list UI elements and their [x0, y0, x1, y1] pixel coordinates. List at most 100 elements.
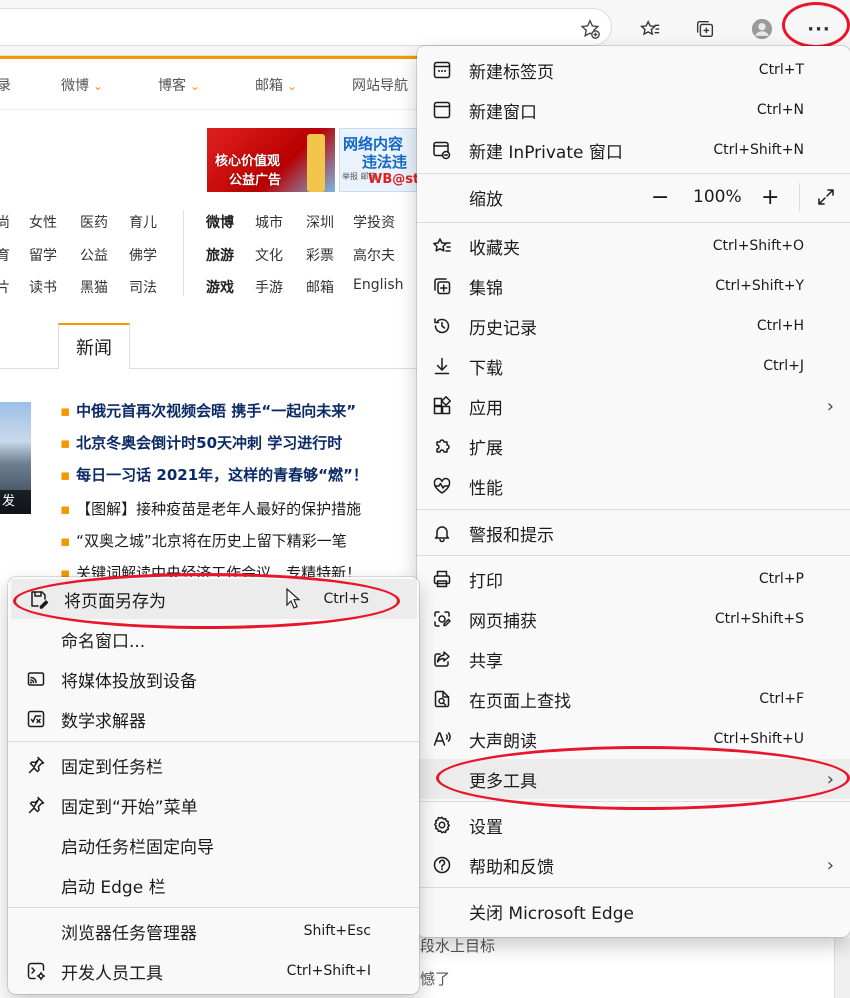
news-headline[interactable]: ▪ 中俄元首再次视频会晤 携手“一起向未来”	[60, 400, 356, 421]
menu-item-share[interactable]: 共享	[417, 639, 850, 679]
menu-separator	[8, 907, 419, 908]
menu-item-pin-taskbar[interactable]: 固定到任务栏	[8, 745, 419, 785]
browser-window: ··· 录微博 ⌄ 博客 ⌄ 邮箱 ⌄ 网站导航 核心价值观 公益广告 网络内容 违法违 举…	[0, 0, 850, 998]
menu-item-print[interactable]: 打印 Ctrl+P	[417, 559, 850, 599]
category-link[interactable]: 片	[0, 277, 10, 297]
menu-item-web-capture[interactable]: 网页捕获 Ctrl+Shift+S	[417, 599, 850, 639]
find-icon	[431, 688, 453, 710]
menu-item-name-window[interactable]: 命名窗口...	[8, 619, 419, 659]
menu-item-shortcut: Ctrl+F	[759, 691, 804, 707]
category-link[interactable]: 彩票	[306, 245, 334, 265]
menu-item-new-window[interactable]: 新建窗口 Ctrl+N	[417, 90, 850, 130]
nav-item[interactable]: 微博 ⌄	[61, 75, 103, 95]
menu-item-shortcut: Shift+Esc	[303, 923, 371, 939]
category-link[interactable]: 深圳	[306, 212, 334, 232]
menu-item-performance[interactable]: 性能	[417, 466, 850, 506]
menu-item-edge-bar[interactable]: 启动 Edge 栏	[8, 865, 419, 905]
menu-item-label: 历史记录	[469, 318, 537, 339]
news-headline[interactable]: ▪ “双奥之城”北京将在历史上留下精彩一笔	[60, 530, 347, 551]
menu-item-taskbar-wizard[interactable]: 启动任务栏固定向导	[8, 825, 419, 865]
category-link[interactable]: 尚	[0, 212, 10, 232]
menu-separator	[417, 222, 850, 223]
fullscreen-icon[interactable]	[815, 186, 837, 208]
category-link[interactable]: 女性	[29, 212, 57, 232]
category-link[interactable]: 邮箱	[306, 277, 334, 297]
menu-item-read-aloud[interactable]: 大声朗读 Ctrl+Shift+U	[417, 719, 850, 759]
category-link[interactable]: 城市	[255, 212, 283, 232]
address-bar[interactable]	[0, 8, 612, 46]
chevron-down-icon: ⌄	[287, 79, 298, 93]
menu-item-downloads[interactable]: 下载 Ctrl+J	[417, 346, 850, 386]
menu-item-extensions[interactable]: 扩展	[417, 426, 850, 466]
category-link[interactable]: 医药	[80, 212, 108, 232]
tab-news[interactable]: 新闻	[58, 323, 130, 369]
banner-line: 公益广告	[229, 173, 282, 188]
menu-item-cast[interactable]: 将媒体投放到设备	[8, 659, 419, 699]
nav-item-label: 微博	[61, 78, 89, 94]
profile-avatar-icon[interactable]	[744, 11, 780, 47]
category-link[interactable]: 黑猫	[80, 277, 108, 297]
menu-item-dev-tools[interactable]: 开发人员工具 Ctrl+Shift+I	[8, 951, 419, 991]
nav-item[interactable]: 网站导航	[352, 75, 408, 95]
menu-item-find[interactable]: 在页面上查找 Ctrl+F	[417, 679, 850, 719]
menu-separator	[417, 173, 850, 174]
news-headline[interactable]: ▪ 【图解】接种疫苗是老年人最好的保护措施	[60, 498, 361, 519]
news-headline[interactable]: ▪ 每日一习话 2021年，这样的青春够“燃”！	[60, 464, 368, 485]
category-link[interactable]: 佛学	[129, 245, 157, 265]
category-link[interactable]: 育	[0, 245, 10, 265]
category-link[interactable]: 手游	[255, 277, 283, 297]
category-link[interactable]: 留学	[29, 245, 57, 265]
menu-item-pin-start[interactable]: 固定到“开始”菜单	[8, 785, 419, 825]
menu-item-new-inprivate[interactable]: 新建 InPrivate 窗口 Ctrl+Shift+N	[417, 130, 850, 170]
menu-item-label: 启动 Edge 栏	[61, 877, 166, 898]
category-link[interactable]: 文化	[255, 245, 283, 265]
add-favorite-icon[interactable]	[572, 11, 608, 47]
save-as-icon	[28, 588, 50, 610]
menu-item-math-solver[interactable]: 数学求解器	[8, 699, 419, 739]
menu-item-more-tools[interactable]: 更多工具 ›	[417, 759, 850, 799]
category-link[interactable]: English	[353, 277, 404, 293]
menu-item-help[interactable]: 帮助和反馈 ›	[417, 845, 850, 885]
help-icon	[431, 854, 453, 876]
menu-item-apps[interactable]: 应用 ›	[417, 386, 850, 426]
news-fragment[interactable]: 段水上目标	[420, 935, 495, 956]
menu-item-alerts[interactable]: 警报和提示	[417, 513, 850, 553]
category-link[interactable]: 游戏	[206, 277, 234, 297]
zoom-row: 缩放 − 100% +	[417, 177, 850, 217]
menu-item-label: 命名窗口...	[61, 631, 146, 652]
news-fragment[interactable]: 憾了	[420, 968, 450, 989]
nav-item[interactable]: 录	[0, 75, 11, 95]
category-link[interactable]: 育儿	[129, 212, 157, 232]
category-link[interactable]: 旅游	[206, 245, 234, 265]
menu-item-settings[interactable]: 设置	[417, 805, 850, 845]
banner-ad-report[interactable]: 网络内容 违法违 举报 邮箱 WB@st	[339, 128, 420, 192]
category-link[interactable]: 司法	[129, 277, 157, 297]
category-link[interactable]: 学投资	[353, 212, 395, 232]
menu-item-label: 集锦	[469, 278, 503, 299]
menu-item-task-manager[interactable]: 浏览器任务管理器 Shift+Esc	[8, 911, 419, 951]
category-link[interactable]: 微博	[206, 212, 234, 232]
banner-line: WB@st	[368, 172, 420, 187]
zoom-in-button[interactable]: +	[761, 185, 779, 210]
category-link[interactable]: 公益	[80, 245, 108, 265]
menu-item-collections[interactable]: 集锦 Ctrl+Shift+Y	[417, 266, 850, 306]
category-link[interactable]: 高尔夫	[353, 245, 395, 265]
category-link[interactable]: 读书	[29, 277, 57, 297]
menu-item-save-as[interactable]: 将页面另存为 Ctrl+S	[11, 579, 417, 619]
zoom-out-button[interactable]: −	[651, 185, 669, 210]
collections-toolbar-icon[interactable]	[687, 11, 723, 47]
menu-item-new-tab[interactable]: 新建标签页 Ctrl+T	[417, 50, 850, 90]
banner-ad-core-values[interactable]: 核心价值观 公益广告	[207, 128, 335, 192]
menu-item-history[interactable]: 历史记录 Ctrl+H	[417, 306, 850, 346]
nav-item-label: 录	[0, 78, 11, 94]
news-headline[interactable]: ▪ 北京冬奥会倒计时50天冲刺 学习进行时	[60, 432, 342, 453]
favorites-bar-icon[interactable]	[632, 11, 668, 47]
menu-item-label: 数学求解器	[61, 711, 146, 732]
scrollbar[interactable]	[834, 938, 850, 998]
menu-item-label: 固定到“开始”菜单	[61, 797, 198, 818]
nav-item[interactable]: 博客 ⌄	[158, 75, 200, 95]
menu-item-favorites[interactable]: 收藏夹 Ctrl+Shift+O	[417, 226, 850, 266]
settings-and-more-button[interactable]: ···	[800, 11, 838, 47]
nav-item[interactable]: 邮箱 ⌄	[255, 75, 297, 95]
menu-item-close-edge[interactable]: 关闭 Microsoft Edge	[417, 891, 850, 931]
